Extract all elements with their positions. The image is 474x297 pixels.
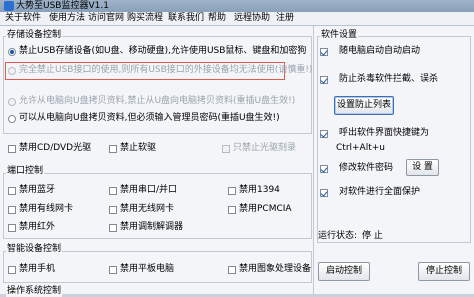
checkbox-label: 只禁止光驱刻录 [233, 143, 297, 153]
menu-register[interactable]: 注册 [276, 13, 294, 24]
checkbox-box[interactable] [228, 205, 236, 214]
password-set-button[interactable]: 设 置 [406, 159, 439, 176]
menu-remote[interactable]: 远程协助 [234, 13, 270, 24]
status-value: 停 止 [362, 231, 383, 241]
ports-group-title: 端口控制 [6, 166, 45, 177]
checkbox-label: 禁用平板电脑 [120, 264, 175, 274]
menu-about[interactable]: 关于软件 [5, 13, 41, 24]
start-control-button[interactable]: 启动控制 [318, 262, 370, 281]
settings-group [317, 36, 471, 243]
radio-disable-usb[interactable] [8, 66, 16, 75]
checkbox-box[interactable] [8, 144, 16, 153]
checkbox-label: 禁用串口/并口 [120, 185, 178, 195]
checkbox-box[interactable] [320, 188, 328, 197]
main-content: 存储设备控制 禁止USB存储设备(如U盘、移动硬盘),允许使用USB鼠标、键盘和… [0, 26, 474, 297]
checkbox-box[interactable] [8, 265, 16, 274]
menu-purchase[interactable]: 购买流程 [127, 13, 163, 24]
checkbox-serial[interactable]: 禁用串口/并口 [109, 185, 177, 196]
checkbox-wired-nic[interactable]: 禁用有线网卡 [8, 204, 73, 215]
checkbox-label: 禁止软驱 [120, 143, 157, 153]
checkbox-full-protection[interactable]: 对软件进行全面保护 [320, 187, 420, 198]
checkbox-disable-cd[interactable]: 禁用CD/DVD光驱 [8, 143, 91, 154]
checkbox-pcmcia[interactable]: 禁用PCMCIA [228, 204, 292, 215]
checkbox-phone[interactable]: 禁用手机 [8, 264, 55, 275]
storage-option-label: 允许从电脑向U盘拷贝资料,禁止从U盘向电脑拷贝资料(重插U盘生效!) [19, 96, 296, 106]
menu-contact[interactable]: 联系我们 [168, 13, 204, 24]
checkbox-disable-burn[interactable]: 只禁止光驱刻录 [222, 143, 296, 154]
checkbox-modem[interactable]: 禁用调制解调器 [109, 222, 183, 233]
smart-group-title: 智能设备控制 [6, 244, 63, 255]
checkbox-label: 禁用无线网卡 [120, 204, 175, 214]
checkbox-box[interactable] [222, 144, 230, 153]
settings-group-title: 软件设置 [320, 30, 359, 41]
checkbox-label: 禁用PCMCIA [239, 204, 292, 214]
menu-help[interactable]: 帮助 [208, 13, 226, 24]
app-icon [4, 1, 14, 11]
checkbox-label: 禁用手机 [19, 264, 56, 274]
storage-option-usb-storage[interactable]: 禁止USB存储设备(如U盘、移动硬盘),允许使用USB鼠标、键盘和加密狗 [8, 46, 306, 57]
hotkey-value: Ctrl+Alt+u [336, 143, 385, 153]
checkbox-label: 随电脑启动自动启动 [339, 46, 421, 56]
storage-option-copy-to-usb[interactable]: 允许从电脑向U盘拷贝资料,禁止从U盘向电脑拷贝资料(重插U盘生效!) [8, 96, 295, 107]
checkbox-box[interactable] [8, 186, 16, 195]
checkbox-label: 禁用1394 [239, 185, 280, 195]
checkbox-label: 禁用调制解调器 [120, 222, 184, 232]
menu-usage[interactable]: 使用方法 [49, 13, 85, 24]
storage-option-disable-usb[interactable]: 完全禁止USB接口的使用,则所有USB接口的外接设备均无法使用(请慎重!) [8, 65, 312, 76]
checkbox-box[interactable] [320, 164, 328, 173]
checkbox-box[interactable] [109, 205, 117, 214]
checkbox-label: 修改软件密码 [339, 163, 394, 173]
checkbox-imaging[interactable]: 禁用图象处理设备 [228, 264, 311, 275]
checkbox-label: 禁用蓝牙 [19, 185, 56, 195]
checkbox-label: 对软件进行全面保护 [339, 187, 421, 197]
checkbox-bluetooth[interactable]: 禁用蓝牙 [8, 185, 55, 196]
checkbox-wireless-nic[interactable]: 禁用无线网卡 [109, 204, 174, 215]
checkbox-change-password[interactable]: 修改软件密码 [320, 163, 393, 174]
checkbox-label: 禁用有线网卡 [19, 204, 74, 214]
radio-usb-storage[interactable] [8, 47, 16, 56]
checkbox-box[interactable] [320, 129, 328, 138]
status-label: 运行状态: [318, 231, 358, 241]
title-bar: 大势至USB监控器V1.1 [0, 0, 474, 12]
checkbox-box[interactable] [320, 47, 328, 56]
checkbox-antikill[interactable]: 防止杀毒软件拦截、误杀 [320, 74, 438, 85]
storage-option-label: 可以从电脑向U盘拷贝资料,但必须输入管理员密码(重插U盘生效!) [19, 113, 280, 123]
checkbox-label: 呼出软件界面快捷键为 [339, 128, 430, 138]
stop-control-button[interactable]: 停止控制 [418, 262, 470, 281]
checkbox-hotkey[interactable]: 呼出软件界面快捷键为 [320, 128, 429, 139]
storage-option-password-copy[interactable]: 可以从电脑向U盘拷贝资料,但必须输入管理员密码(重插U盘生效!) [8, 113, 280, 124]
checkbox-1394[interactable]: 禁用1394 [228, 185, 280, 196]
checkbox-disable-floppy[interactable]: 禁止软驱 [109, 143, 156, 154]
storage-group-title: 存储设备控制 [6, 30, 63, 41]
radio-copy-to-usb[interactable] [8, 97, 16, 106]
radio-password-copy[interactable] [8, 114, 16, 123]
checkbox-box[interactable] [228, 186, 236, 195]
checkbox-box[interactable] [109, 186, 117, 195]
checkbox-label: 禁用图象处理设备 [239, 264, 312, 274]
checkbox-autostart[interactable]: 随电脑启动自动启动 [320, 46, 420, 57]
panel-divider [313, 26, 314, 294]
set-protect-list-button[interactable]: 设置防止列表 [334, 96, 394, 115]
menu-bar: 关于软件 使用方法 访问官网 购买流程 联系我们 帮助 远程协助 注册 [0, 12, 474, 26]
storage-option-label: 完全禁止USB接口的使用,则所有USB接口的外接设备均无法使用(请慎重!) [19, 65, 313, 75]
checkbox-tablet[interactable]: 禁用平板电脑 [109, 264, 174, 275]
checkbox-box[interactable] [320, 75, 328, 84]
menu-website[interactable]: 访问官网 [88, 13, 124, 24]
checkbox-box[interactable] [228, 265, 236, 274]
checkbox-label: 禁用红外 [19, 222, 56, 232]
storage-option-label: 禁止USB存储设备(如U盘、移动硬盘),允许使用USB鼠标、键盘和加密狗 [19, 46, 307, 56]
checkbox-box[interactable] [8, 223, 16, 232]
window-title: 大势至USB监控器V1.1 [16, 1, 109, 11]
checkbox-label: 禁用CD/DVD光驱 [19, 143, 92, 153]
checkbox-box[interactable] [109, 223, 117, 232]
checkbox-label: 防止杀毒软件拦截、误杀 [339, 74, 439, 84]
os-group-title: 操作系统控制 [6, 286, 63, 297]
checkbox-infrared[interactable]: 禁用红外 [8, 222, 55, 233]
checkbox-box[interactable] [8, 205, 16, 214]
checkbox-box[interactable] [109, 144, 117, 153]
checkbox-box[interactable] [109, 265, 117, 274]
